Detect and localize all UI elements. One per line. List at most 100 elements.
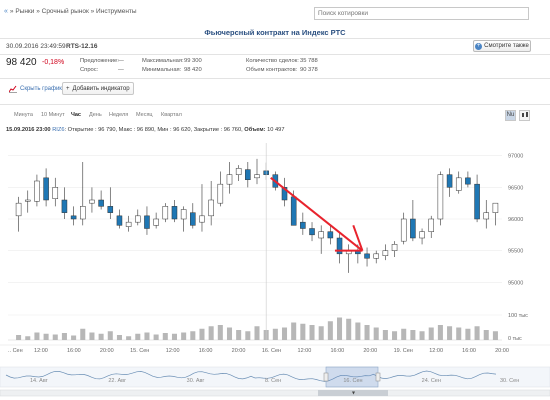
candle bbox=[492, 202, 499, 213]
see-also-button[interactable]: + Смотрите также bbox=[473, 40, 531, 52]
stat-label: Объем контрактов: bbox=[246, 67, 298, 73]
volume-bar bbox=[456, 327, 462, 340]
volume-bar bbox=[318, 326, 324, 340]
navigator-label: 16. Сен bbox=[343, 378, 362, 384]
hide-chart-button[interactable]: Скрыть график bbox=[6, 82, 65, 95]
volume-bar bbox=[327, 321, 333, 340]
volume-bar bbox=[61, 333, 67, 340]
candle bbox=[144, 215, 150, 229]
x-tick-label: 20:00 bbox=[232, 348, 246, 354]
period-quarter[interactable]: Квартал bbox=[161, 112, 182, 118]
volume-bar bbox=[71, 335, 77, 340]
candle bbox=[125, 221, 132, 227]
x-tick-label: 16:00 bbox=[67, 348, 81, 354]
y-tick-label: 95500 bbox=[508, 249, 523, 255]
candle bbox=[474, 183, 480, 220]
period-week[interactable]: Неделя bbox=[109, 112, 128, 118]
candle bbox=[80, 206, 86, 220]
volume-bar bbox=[43, 333, 49, 340]
ohlc-ticker: RIZ6 bbox=[52, 127, 65, 133]
candle bbox=[309, 228, 315, 236]
navigator-label: 8. Сен bbox=[265, 378, 281, 384]
candles-icon bbox=[521, 112, 528, 117]
volume-bar bbox=[126, 336, 132, 340]
stat-label: Максимальная: bbox=[142, 58, 184, 64]
volume-bar bbox=[190, 331, 196, 340]
candle bbox=[171, 206, 178, 220]
stat-value: 98 420 bbox=[184, 67, 202, 73]
candle bbox=[428, 218, 434, 232]
candle bbox=[89, 199, 95, 204]
period-minute[interactable]: Минута bbox=[14, 112, 33, 118]
candle bbox=[455, 177, 462, 191]
price-change: -0,18% bbox=[42, 59, 65, 66]
candle bbox=[153, 218, 159, 226]
volume-bar bbox=[483, 330, 489, 340]
volume-bar bbox=[474, 326, 480, 340]
search-input[interactable] bbox=[314, 7, 529, 20]
breadcrumb: «» Рынки » Срочный рынок » Инструменты bbox=[4, 8, 137, 15]
navigator-label: 22. Авг bbox=[108, 378, 126, 384]
candle bbox=[15, 202, 22, 217]
stat-value: — bbox=[118, 67, 124, 73]
hide-chart-label: Скрыть график bbox=[20, 85, 62, 92]
volume-bar bbox=[419, 331, 425, 340]
stat-label: Предложение: bbox=[80, 58, 119, 64]
ohlc-values: : Открытие : 96 790, Макс : 96 890, Мин … bbox=[64, 127, 243, 133]
period-10min[interactable]: 10 Минут bbox=[41, 112, 65, 118]
ohlc-info: 15.09.2016 23:00 RIZ6: Открытие : 96 790… bbox=[6, 127, 285, 133]
volume-bar bbox=[80, 328, 86, 340]
volume-bar bbox=[245, 331, 251, 340]
candle bbox=[391, 244, 398, 251]
candle bbox=[34, 180, 40, 202]
period-hour[interactable]: Час bbox=[71, 112, 81, 118]
y-tick-label: 96000 bbox=[508, 217, 523, 223]
volume-bar bbox=[300, 323, 306, 340]
x-tick-label: 19. Сен bbox=[394, 348, 413, 354]
navigator-window bbox=[325, 366, 379, 388]
stat-label: Количество сделок: bbox=[246, 58, 299, 64]
volume-bar bbox=[153, 334, 159, 340]
volume-bar bbox=[25, 336, 31, 340]
candle bbox=[235, 168, 242, 175]
home-icon[interactable]: « bbox=[4, 8, 8, 15]
volume-bar bbox=[492, 331, 498, 340]
page-title: Фьючерсный контракт на Индекс РТС bbox=[204, 28, 346, 37]
volume-bar bbox=[364, 325, 370, 340]
add-indicator-label: Добавить индикатор bbox=[72, 85, 130, 92]
navigator-label: 24. Сен bbox=[422, 378, 441, 384]
x-tick-label: 16:00 bbox=[462, 348, 476, 354]
divider bbox=[0, 38, 550, 39]
chart-type-button[interactable] bbox=[519, 110, 530, 121]
candle bbox=[135, 215, 141, 223]
period-day[interactable]: День bbox=[89, 112, 102, 118]
y-tick-label: 97000 bbox=[508, 154, 523, 160]
candle bbox=[245, 169, 251, 180]
period-month[interactable]: Месяц bbox=[136, 112, 153, 118]
x-tick-label: 12:00 bbox=[166, 348, 180, 354]
x-tick-label: 16. Сен bbox=[262, 348, 281, 354]
volume-bar bbox=[465, 328, 471, 340]
x-tick-label: 16:00 bbox=[199, 348, 213, 354]
volume-bar bbox=[392, 331, 398, 340]
breadcrumb-path[interactable]: » Рынки » Срочный рынок » Инструменты bbox=[10, 8, 137, 15]
y-tick-label: 96500 bbox=[508, 185, 523, 191]
x-tick-label: 15. Сен bbox=[130, 348, 149, 354]
volume-bar bbox=[254, 326, 260, 340]
navigator-label: 14. Авг bbox=[30, 378, 48, 384]
x-tick-label: 12:00 bbox=[34, 348, 48, 354]
chart-icon bbox=[9, 85, 17, 93]
x-tick-label: .. Сен bbox=[8, 348, 23, 354]
navigator-handle bbox=[375, 372, 381, 382]
ticker-label: RTS-12.16 bbox=[66, 43, 98, 50]
volume-bar bbox=[16, 335, 22, 340]
stat-value: 90 378 bbox=[300, 67, 318, 73]
candle bbox=[180, 209, 187, 220]
price-chart[interactable]: 97000 96500 96000 95500 95000 100 тыс 0 тыс .. … bbox=[0, 135, 550, 400]
candle bbox=[410, 218, 416, 239]
add-indicator-button[interactable]: + Добавить индикатор bbox=[62, 82, 134, 95]
ohlc-datetime: 15.09.2016 23:00 bbox=[6, 127, 51, 133]
nu-button[interactable]: Nu bbox=[505, 110, 516, 121]
volume-bar bbox=[208, 326, 214, 340]
candle bbox=[226, 174, 233, 185]
